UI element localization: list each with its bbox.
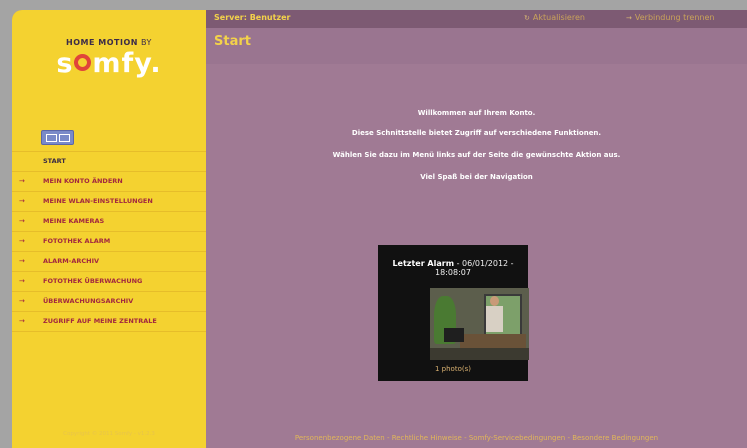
arrow-right-icon: → (19, 277, 25, 285)
sidebar-item-fotothek-ueberwachung[interactable]: → FOTOTHEK ÜBERWACHUNG (12, 272, 206, 292)
brand-tagline: HOME MOTION BY (66, 38, 152, 47)
arrow-right-icon: → (19, 237, 25, 245)
arrow-right-icon: → (19, 257, 25, 265)
alarm-photo-thumbnail[interactable] (430, 288, 529, 360)
app-window: HOME MOTION BY s mfy. START → MEIN KONTO … (12, 10, 747, 448)
arrow-right-icon: → (19, 317, 25, 325)
sidebar: HOME MOTION BY s mfy. START → MEIN KONTO … (12, 10, 206, 448)
last-alarm-panel: Letzter Alarm - 06/01/2012 - 18:08:07 1 … (378, 245, 529, 381)
arrow-right-icon: → (19, 177, 25, 185)
sidebar-item-zentrale[interactable]: → ZUGRIFF AUF MEINE ZENTRALE (12, 312, 206, 332)
page-title: Start (214, 34, 251, 49)
arrow-right-icon: → (19, 297, 25, 305)
server-label: Server: Benutzer (214, 13, 291, 22)
sidebar-item-label: MEIN KONTO ÄNDERN (43, 177, 123, 185)
title-bar: Start (206, 28, 747, 64)
sidebar-item-mein-konto[interactable]: → MEIN KONTO ÄNDERN (12, 172, 206, 192)
sidebar-item-ueberwachungsarchiv[interactable]: → ÜBERWACHUNGSARCHIV (12, 292, 206, 312)
footer-links[interactable]: Personenbezogene Daten - Rechtliche Hinw… (206, 434, 747, 442)
last-alarm-title: Letzter Alarm - 06/01/2012 - 18:08:07 (392, 259, 514, 277)
sidebar-item-label: START (43, 157, 66, 165)
sidebar-item-wlan[interactable]: → MEINE WLAN-EINSTELLUNGEN (12, 192, 206, 212)
disconnect-link[interactable]: → Verbindung trennen (626, 13, 714, 22)
disconnect-label: Verbindung trennen (634, 13, 715, 22)
welcome-line-1: Willkommen auf Ihrem Konto. (417, 109, 536, 117)
welcome-line-2: Diese Schnittstelle bietet Zugriff auf v… (351, 129, 602, 137)
arrow-right-icon: → (626, 14, 632, 22)
refresh-link[interactable]: ↻ Aktualisieren (524, 13, 585, 22)
sidebar-item-label: FOTOTHEK ALARM (43, 237, 111, 245)
sidebar-menu: START → MEIN KONTO ÄNDERN → MEINE WLAN-E… (12, 151, 206, 332)
sidebar-item-alarm-archiv[interactable]: → ALARM-ARCHIV (12, 252, 206, 272)
refresh-icon: ↻ (524, 14, 530, 22)
top-bar: Server: Benutzer ↻ Aktualisieren → Verbind… (206, 10, 747, 28)
sidebar-item-label: MEINE KAMERAS (43, 217, 105, 225)
arrow-right-icon: → (19, 217, 25, 225)
copyright-text: Copyright © 2011 Somfy - v1.2.3 (63, 431, 155, 437)
sidebar-item-label: FOTOTHEK ÜBERWACHUNG (43, 277, 143, 285)
devices-icon[interactable] (41, 130, 74, 145)
somfy-logo: s mfy. (56, 48, 162, 79)
welcome-line-3: Wählen Sie dazu im Menü links auf der Se… (332, 151, 621, 159)
arrow-right-icon: → (19, 197, 25, 205)
sidebar-item-label: ZUGRIFF AUF MEINE ZENTRALE (43, 317, 157, 325)
sidebar-item-label: ALARM-ARCHIV (43, 257, 100, 265)
sidebar-item-kameras[interactable]: → MEINE KAMERAS (12, 212, 206, 232)
refresh-label: Aktualisieren (532, 13, 585, 22)
sidebar-item-fotothek-alarm[interactable]: → FOTOTHEK ALARM (12, 232, 206, 252)
sidebar-item-label: MEINE WLAN-EINSTELLUNGEN (43, 197, 153, 205)
logo-o-icon (74, 54, 92, 71)
sidebar-item-label: ÜBERWACHUNGSARCHIV (43, 297, 134, 305)
sidebar-item-start[interactable]: START (12, 151, 206, 172)
welcome-line-4: Viel Spaß bei der Navigation (420, 173, 533, 181)
photo-count-link[interactable]: 1 photo(s) (378, 365, 528, 373)
